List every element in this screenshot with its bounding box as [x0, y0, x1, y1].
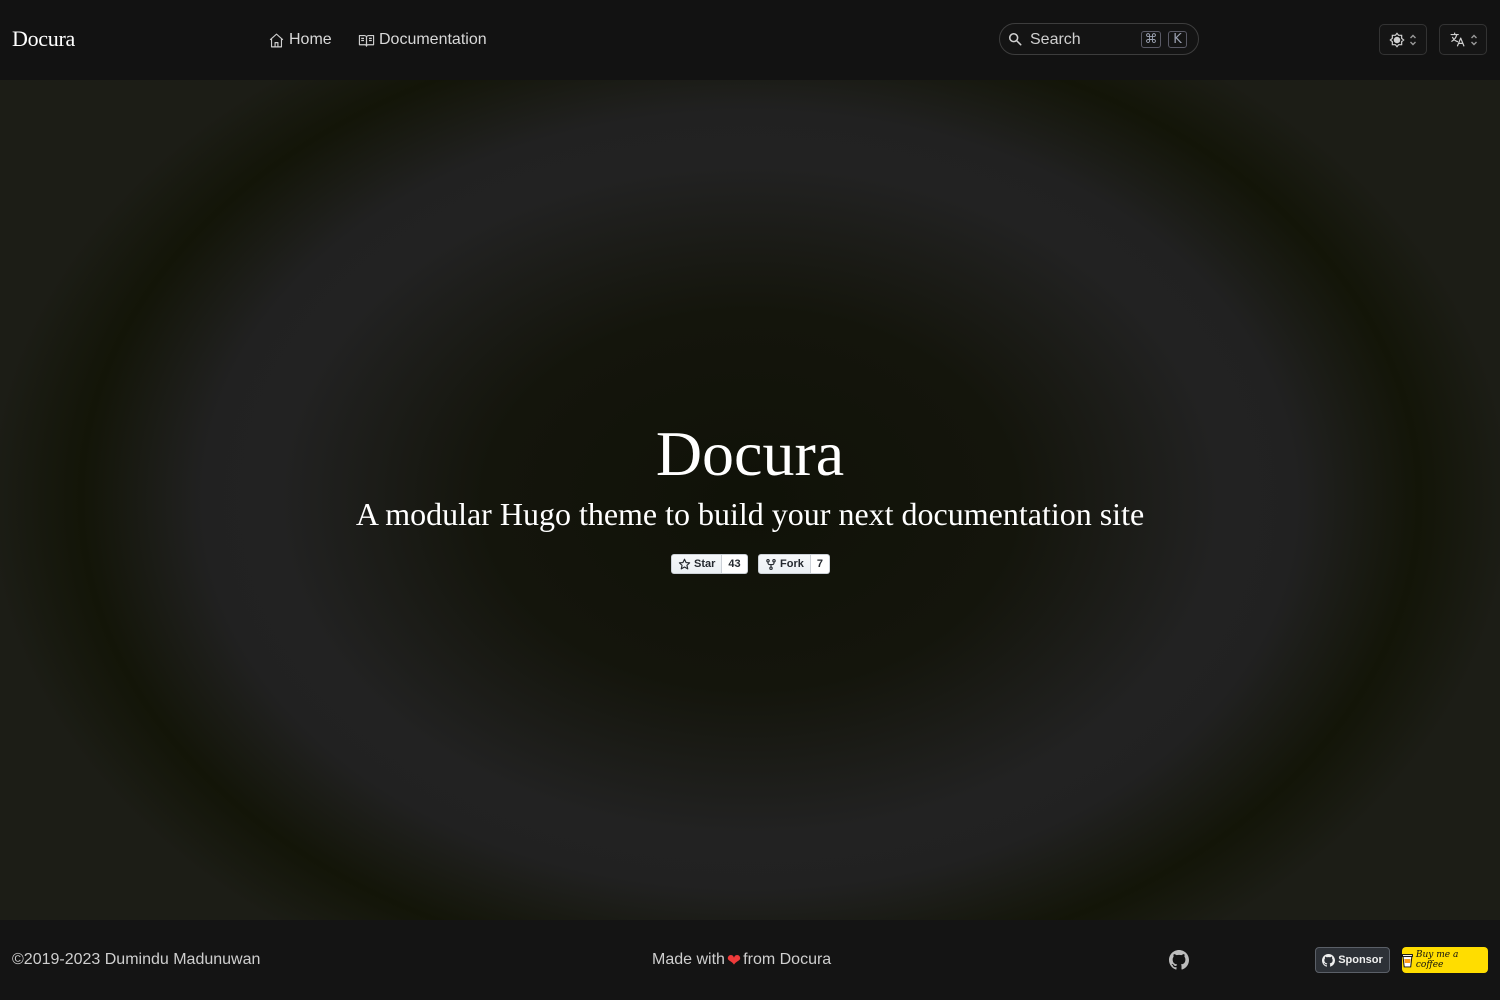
github-icon[interactable] — [1169, 950, 1189, 970]
github-fork-button[interactable]: Fork 7 — [758, 554, 830, 574]
github-icon — [1322, 953, 1336, 967]
hero-subtitle: A modular Hugo theme to build your next … — [355, 496, 1145, 532]
hero-title: Docura — [655, 418, 845, 489]
made-with-text: Made with ❤ from Docura — [652, 951, 831, 969]
star-label: Star — [694, 558, 716, 570]
shortcut-cmd-key: ⌘ — [1141, 31, 1161, 48]
buy-me-a-coffee-button[interactable]: Buy me a coffee — [1402, 947, 1488, 973]
top-header: Docura Home Documentation Search ⌘ K — [0, 0, 1500, 80]
chevron-updown-icon — [1470, 34, 1477, 45]
fork-button[interactable]: Fork — [758, 554, 811, 574]
github-star-button[interactable]: Star 43 — [671, 554, 748, 574]
hero-section: Docura A modular Hugo theme to build you… — [0, 80, 1500, 920]
star-count[interactable]: 43 — [722, 554, 748, 574]
star-button[interactable]: Star — [671, 554, 723, 574]
language-selector[interactable] — [1439, 24, 1487, 55]
nav-documentation[interactable]: Documentation — [358, 0, 487, 80]
search-input[interactable]: Search ⌘ K — [999, 23, 1199, 55]
shortcut-k-key: K — [1168, 31, 1187, 48]
sponsor-button[interactable]: Sponsor — [1315, 947, 1390, 973]
search-placeholder: Search — [1030, 31, 1081, 48]
theme-selector[interactable] — [1379, 24, 1427, 55]
heart-icon: ❤ — [726, 950, 742, 970]
copyright-text: ©2019-2023 Dumindu Madunuwan — [12, 951, 261, 968]
sponsor-label: Sponsor — [1338, 954, 1383, 966]
coffee-cup-icon — [1402, 953, 1413, 967]
made-with-prefix: Made with — [652, 951, 725, 968]
nav-documentation-label: Documentation — [379, 31, 487, 48]
nav-home-label: Home — [289, 31, 332, 48]
home-icon — [269, 33, 284, 47]
brand-logo[interactable]: Docura — [12, 26, 75, 52]
brightness-icon — [1389, 31, 1405, 48]
made-with-suffix[interactable]: from Docura — [743, 951, 831, 969]
star-icon — [678, 558, 691, 569]
page-footer: ©2019-2023 Dumindu Madunuwan Made with ❤… — [0, 920, 1500, 1000]
chevron-updown-icon — [1410, 34, 1416, 45]
fork-icon — [766, 558, 776, 570]
nav-home[interactable]: Home — [268, 0, 332, 80]
fork-label: Fork — [780, 558, 804, 570]
fork-count[interactable]: 7 — [810, 554, 830, 574]
book-icon — [358, 34, 375, 47]
search-icon — [1008, 32, 1022, 46]
translate-icon — [1450, 32, 1464, 47]
coffee-label: Buy me a coffee — [1415, 950, 1459, 970]
